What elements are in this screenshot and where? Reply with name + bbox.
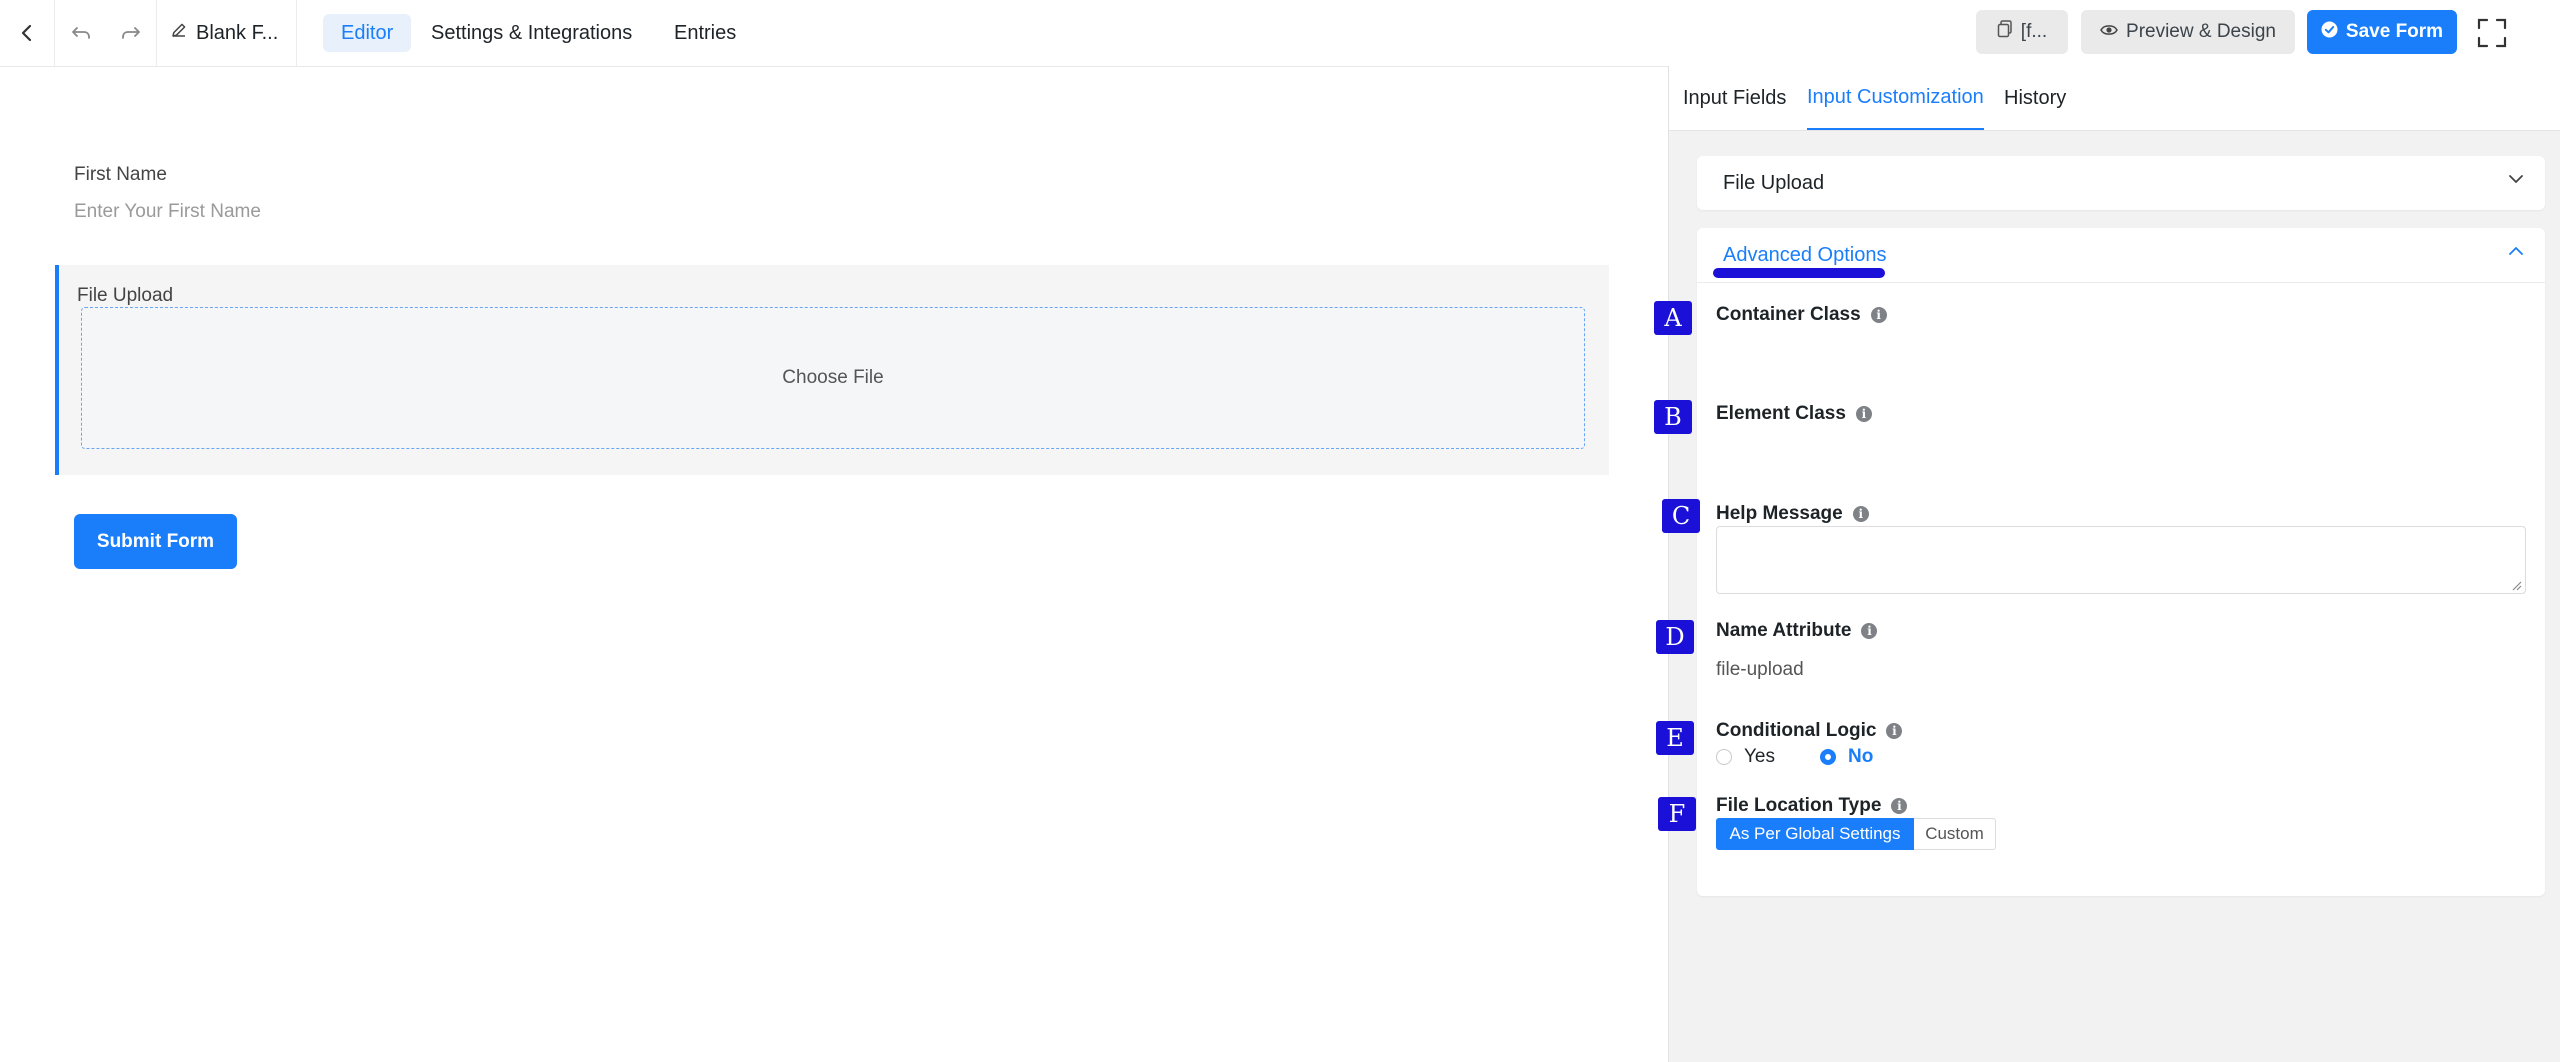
- top-toolbar: Blank F... Editor Settings & Integration…: [0, 0, 2560, 67]
- annotation-marker-f: F: [1658, 797, 1696, 831]
- copy-icon: [1997, 20, 2013, 44]
- file-upload-field[interactable]: File Upload Choose File: [55, 265, 1609, 475]
- submit-form-button[interactable]: Submit Form: [74, 514, 237, 569]
- chevron-down-icon[interactable]: [2507, 170, 2525, 193]
- divider: [296, 0, 297, 66]
- file-upload-label: File Upload: [77, 285, 174, 306]
- help-message-label: Help Message i: [1716, 503, 1869, 525]
- tab-input-customization[interactable]: Input Customization: [1807, 66, 1984, 130]
- annotation-marker-c: C: [1662, 499, 1700, 533]
- option-global-settings[interactable]: As Per Global Settings: [1716, 818, 1914, 850]
- radio-yes[interactable]: Yes: [1716, 746, 1775, 768]
- chevron-up-icon[interactable]: [2507, 242, 2525, 265]
- conditional-logic-text: Conditional Logic: [1716, 720, 1877, 741]
- edit-pencil-icon: [170, 21, 188, 45]
- choose-file-text: Choose File: [782, 367, 884, 388]
- help-message-textarea[interactable]: [1716, 526, 2526, 594]
- annotation-underline: [1713, 268, 1885, 278]
- divider: [54, 0, 55, 66]
- save-form-button[interactable]: Save Form: [2307, 10, 2457, 54]
- file-dropzone[interactable]: Choose File: [81, 307, 1585, 449]
- option-custom[interactable]: Custom: [1914, 818, 1996, 850]
- tab-settings-integrations[interactable]: Settings & Integrations: [413, 14, 650, 52]
- section-title: File Upload: [1723, 172, 1825, 194]
- divider: [1697, 282, 2545, 283]
- element-class-label: Element Class i: [1716, 403, 1872, 425]
- radio-no[interactable]: No: [1820, 746, 1873, 768]
- element-class-text: Element Class: [1716, 403, 1846, 424]
- annotation-marker-a: A: [1654, 301, 1692, 335]
- info-icon[interactable]: i: [1886, 723, 1903, 739]
- info-icon[interactable]: i: [1891, 798, 1908, 814]
- back-icon[interactable]: [0, 0, 54, 66]
- container-class-text: Container Class: [1716, 304, 1861, 325]
- shortcode-button[interactable]: [f...: [1976, 10, 2068, 54]
- fullscreen-icon[interactable]: [2470, 0, 2514, 66]
- divider: [156, 0, 157, 66]
- eye-icon: [2100, 21, 2118, 43]
- annotation-marker-b: B: [1654, 400, 1692, 434]
- first-name-input[interactable]: Enter Your First Name: [74, 201, 261, 223]
- redo-icon[interactable]: [106, 0, 156, 66]
- preview-design-button[interactable]: Preview & Design: [2081, 10, 2295, 54]
- file-location-type-label: File Location Type i: [1716, 795, 1908, 817]
- form-title-text: Blank F...: [196, 21, 279, 44]
- info-icon[interactable]: i: [1861, 623, 1878, 639]
- radio-no-label: No: [1848, 746, 1874, 767]
- radio-yes-label: Yes: [1744, 746, 1775, 767]
- annotation-marker-d: D: [1656, 620, 1694, 654]
- tab-history[interactable]: History: [2004, 66, 2066, 130]
- name-attribute-text: Name Attribute: [1716, 620, 1852, 641]
- info-icon[interactable]: i: [1855, 406, 1872, 422]
- conditional-logic-label: Conditional Logic i: [1716, 720, 1903, 742]
- undo-icon[interactable]: [56, 0, 106, 66]
- annotation-marker-e: E: [1656, 721, 1694, 755]
- name-attribute-label: Name Attribute i: [1716, 620, 1878, 642]
- section-file-upload[interactable]: File Upload: [1697, 156, 2545, 210]
- shortcode-text: [f...: [2020, 21, 2048, 42]
- help-message-text: Help Message: [1716, 503, 1843, 524]
- radio-unchecked-icon: [1716, 749, 1732, 765]
- tab-entries[interactable]: Entries: [656, 14, 754, 52]
- panel-tabs: Input Fields Input Customization History: [1669, 66, 2560, 131]
- resize-handle-icon[interactable]: [2510, 578, 2522, 591]
- tab-editor[interactable]: Editor: [323, 14, 412, 52]
- info-icon[interactable]: i: [1852, 506, 1869, 522]
- advanced-options-title[interactable]: Advanced Options: [1723, 244, 1886, 267]
- check-circle-icon: [2321, 21, 2338, 44]
- radio-checked-icon: [1820, 749, 1836, 765]
- form-title[interactable]: Blank F...: [170, 0, 278, 66]
- save-form-label: Save Form: [2345, 21, 2444, 42]
- container-class-label: Container Class i: [1716, 304, 1887, 326]
- tab-input-fields[interactable]: Input Fields: [1683, 66, 1786, 130]
- first-name-label: First Name: [74, 164, 167, 185]
- file-location-type-text: File Location Type: [1716, 795, 1882, 816]
- info-icon[interactable]: i: [1870, 307, 1887, 323]
- preview-design-label: Preview & Design: [2126, 21, 2276, 42]
- name-attribute-input[interactable]: file-upload: [1716, 659, 1804, 681]
